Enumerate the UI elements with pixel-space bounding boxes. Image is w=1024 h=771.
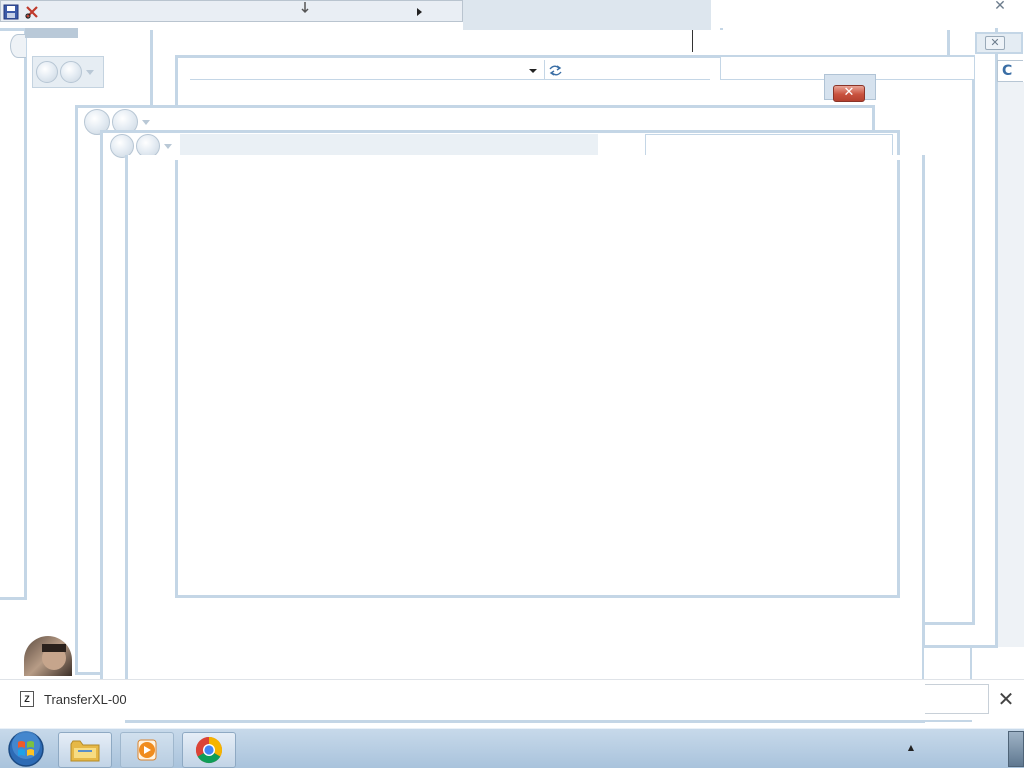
ghost-window-edge xyxy=(996,82,1024,647)
taskbar-media-player[interactable] xyxy=(120,732,174,768)
tray-expand-icon[interactable]: ▲ xyxy=(903,743,919,755)
content-pane xyxy=(175,160,900,598)
folder-icon xyxy=(70,740,100,762)
address-dropdown-icon[interactable] xyxy=(522,60,544,80)
download-bar xyxy=(0,679,1024,720)
zip-file-icon: Z xyxy=(20,691,34,707)
download-bar-close-icon[interactable]: ✕ xyxy=(996,688,1016,710)
refresh-icon[interactable]: C xyxy=(997,60,1023,82)
download-bar-button[interactable] xyxy=(925,684,989,714)
taskbar: ▲ xyxy=(0,728,1024,768)
history-dropdown-icon[interactable] xyxy=(86,69,94,75)
start-button[interactable] xyxy=(6,730,46,768)
ghost-window-left xyxy=(0,28,27,600)
top-toolbar-strip xyxy=(0,0,463,22)
window-close-icon[interactable]: ✕ xyxy=(985,36,1005,50)
show-desktop-button[interactable] xyxy=(1008,731,1024,767)
back-button-fragment[interactable] xyxy=(10,34,26,58)
media-player-icon xyxy=(137,739,157,761)
save-icon[interactable] xyxy=(3,4,19,20)
avatar[interactable] xyxy=(24,636,72,676)
refresh-arrows-icon[interactable] xyxy=(544,60,566,80)
dialog-close-button[interactable]: ✕ xyxy=(833,85,865,102)
chrome-icon xyxy=(195,736,223,764)
address-edge xyxy=(160,30,693,52)
back-button[interactable] xyxy=(36,61,58,83)
address-bar[interactable] xyxy=(190,58,710,80)
forward-button[interactable] xyxy=(60,61,82,83)
corner-close-icon[interactable]: ✕ xyxy=(990,0,1010,14)
tab-fragment xyxy=(25,28,78,38)
cut-icon[interactable] xyxy=(25,5,39,19)
cursor-icon xyxy=(301,2,309,14)
history-dropdown-icon[interactable] xyxy=(164,143,172,149)
toolbar-ghost xyxy=(463,0,711,30)
taskbar-chrome[interactable] xyxy=(182,732,236,768)
download-file-name: TransferXL-00 xyxy=(44,691,127,707)
download-item[interactable]: Z TransferXL-00 xyxy=(20,691,127,707)
history-dropdown-icon[interactable] xyxy=(142,119,150,125)
submenu-arrow-icon[interactable] xyxy=(416,7,424,17)
nav-toolbar-fragment xyxy=(32,56,104,88)
taskbar-explorer[interactable] xyxy=(58,732,112,768)
